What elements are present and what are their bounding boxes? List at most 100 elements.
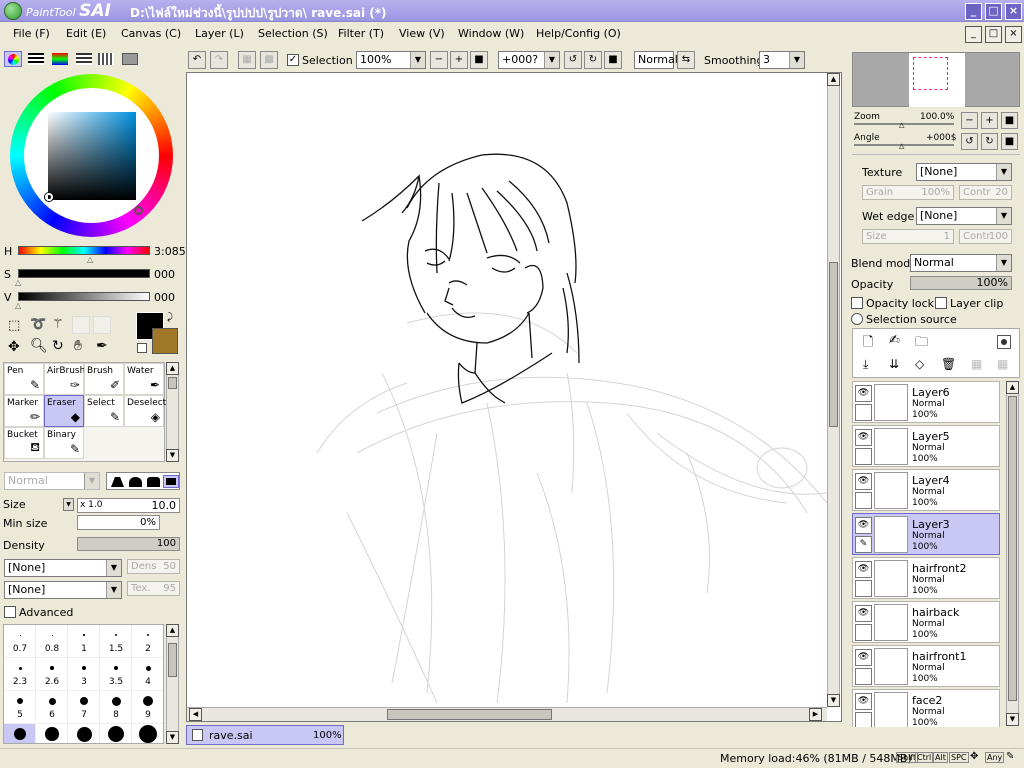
layer-clip-checkbox[interactable]	[935, 297, 947, 309]
canvas-vscrollbar[interactable]: ▲ ▼	[827, 73, 840, 707]
new-folder-icon[interactable]: 🗀	[915, 333, 928, 355]
hsv-slider-mode-icon[interactable]	[52, 53, 68, 65]
brush-size-preset[interactable]	[4, 724, 36, 743]
brush-size-preset[interactable]: 3.5	[100, 658, 132, 691]
scroll-right-icon[interactable]: ▶	[809, 708, 822, 721]
tool-eraser[interactable]: Eraser ◆	[44, 395, 84, 427]
scroll-left-icon[interactable]: ◀	[189, 708, 202, 721]
view-blend-select[interactable]: Normal	[634, 51, 678, 69]
navigator-viewport[interactable]	[913, 57, 948, 90]
hand-icon[interactable]: ✋︎	[74, 338, 82, 354]
tool-marker[interactable]: Marker ✏	[4, 395, 44, 427]
zoom-out-icon[interactable]: −	[430, 51, 448, 69]
nav-rotate-right-icon[interactable]: ↻	[981, 133, 998, 150]
flip-icon[interactable]: ⇆	[677, 51, 695, 69]
minimize-icon[interactable]: _	[965, 3, 982, 20]
brush-size-preset[interactable]: 7	[68, 691, 100, 724]
redo-icon[interactable]: ↷	[210, 51, 228, 69]
doc-close-icon[interactable]: ×	[1005, 26, 1022, 43]
brush-size-preset[interactable]: 6	[36, 691, 68, 724]
layer-lock-slot[interactable]	[855, 580, 872, 597]
eye-icon[interactable]: 👁︎	[855, 385, 872, 402]
brush-size-preset[interactable]	[68, 724, 100, 743]
layer-item[interactable]: 👁︎ hairback Normal 100%	[852, 601, 1000, 643]
tool-airbrush[interactable]: AirBrush ✑	[44, 363, 85, 395]
brush-size-preset[interactable]: 1.5	[100, 625, 132, 658]
saturation-slider[interactable]	[18, 269, 150, 278]
scroll-up-icon[interactable]: ▲	[166, 362, 179, 375]
tool-brush[interactable]: Brush ✐	[84, 363, 124, 395]
value-slider-handle[interactable]: △	[15, 301, 21, 310]
brush-size-preset[interactable]: 3	[68, 658, 100, 691]
presets-scrollbar[interactable]: ▲ ▼	[166, 624, 179, 744]
layer-item-active[interactable]: 👁︎ ✎ Layer3 Normal 100%	[852, 513, 1000, 555]
value-slider[interactable]	[18, 292, 150, 301]
layer-blend-select[interactable]: Normal ▼	[910, 254, 1012, 272]
layer-mask-icon[interactable]	[997, 335, 1011, 349]
eye-icon[interactable]: 👁︎	[855, 605, 872, 622]
brush-size-preset[interactable]	[100, 724, 132, 743]
swap-colors-icon[interactable]: ⤸	[167, 312, 173, 323]
deselect-icon[interactable]: ▦	[238, 51, 256, 69]
wet-edge-size-field[interactable]: Size 1	[862, 229, 954, 244]
brush-size-preset[interactable]: 0.7	[4, 625, 36, 658]
angle-select[interactable]: +000? ▼	[498, 51, 560, 69]
tool-pen[interactable]: Pen ✎	[4, 363, 44, 395]
hue-slider-handle[interactable]: △	[87, 255, 93, 264]
brush-size-preset[interactable]: 9	[132, 691, 163, 724]
menu-layer[interactable]: Layer (L)	[195, 27, 244, 40]
menu-help-config[interactable]: Help/Config (O)	[536, 27, 621, 40]
tool-water[interactable]: Water ✒	[124, 363, 164, 395]
menu-selection[interactable]: Selection (S)	[258, 27, 328, 40]
maximize-icon[interactable]: □	[985, 3, 1002, 20]
transfer-down-icon[interactable]: ⤓	[863, 357, 868, 372]
canvas-area[interactable]: ▲ ▼ ◀ ▶	[186, 72, 842, 722]
brush-texture2-select[interactable]: [None] ▼	[4, 581, 122, 599]
rgb-slider-mode-icon[interactable]	[28, 53, 44, 65]
scroll-down-icon[interactable]: ▼	[166, 731, 179, 744]
brush-texture-select[interactable]: [None] ▼	[4, 559, 122, 577]
nav-zoom-handle[interactable]: △	[899, 121, 904, 129]
texture-contrast-field[interactable]: Contr 20	[959, 185, 1012, 200]
hue-slider[interactable]	[18, 246, 150, 255]
brush-size-preset[interactable]: 2	[132, 625, 163, 658]
rotate-reset-icon[interactable]: ■	[604, 51, 622, 69]
apply-mask-icon[interactable]: ▦	[971, 357, 982, 371]
layer-item[interactable]: 👁︎ hairfront2 Normal 100%	[852, 557, 1000, 599]
invert-selection-icon[interactable]: ▩	[260, 51, 278, 69]
brush-size-preset[interactable]: 0.8	[36, 625, 68, 658]
brush-shape-sharp-icon[interactable]	[111, 477, 124, 487]
scroll-down-icon[interactable]: ▼	[1006, 713, 1019, 726]
layer-texture-select[interactable]: [None] ▼	[916, 163, 1012, 181]
canvas-hscrollbar[interactable]: ◀ ▶	[187, 707, 827, 721]
texture-density-field[interactable]: Dens 50	[127, 559, 180, 574]
selection-checkbox[interactable]: ✓	[287, 54, 299, 66]
layer-lock-slot[interactable]	[855, 712, 872, 727]
brush-blend-select[interactable]: Normal ▼	[4, 472, 100, 490]
clear-layer-icon[interactable]: ◇	[915, 357, 924, 371]
layer-item[interactable]: 👁︎ face2 Normal 100%	[852, 689, 1000, 727]
grain-field[interactable]: Grain 100%	[862, 185, 954, 200]
layer-lock-slot[interactable]	[855, 668, 872, 685]
rotate-tool-icon[interactable]: ↻	[52, 338, 64, 354]
brush-size-preset[interactable]: 1	[68, 625, 100, 658]
eye-icon[interactable]: 👁︎	[855, 693, 872, 710]
layer-lock-slot[interactable]	[855, 624, 872, 641]
scroll-thumb[interactable]	[829, 262, 838, 427]
eye-icon[interactable]: 👁︎	[855, 473, 872, 490]
secondary-color-swatch[interactable]	[152, 328, 178, 354]
hue-picker-handle[interactable]	[134, 206, 143, 215]
brush-shape-square-icon[interactable]	[163, 475, 179, 488]
brush-size-preset[interactable]: 4	[132, 658, 163, 691]
layer-item[interactable]: 👁︎ Layer5 Normal 100%	[852, 425, 1000, 467]
nav-zoom-reset-icon[interactable]: ■	[1001, 112, 1018, 129]
smoothing-select[interactable]: 3 ▼	[759, 51, 805, 69]
transparent-color-icon[interactable]	[137, 343, 147, 353]
undo-icon[interactable]: ↶	[188, 51, 206, 69]
scroll-thumb[interactable]	[387, 709, 552, 720]
nav-angle-handle[interactable]: △	[899, 142, 904, 150]
color-wheel-mode-icon[interactable]	[4, 51, 22, 67]
scroll-up-icon[interactable]: ▲	[827, 73, 840, 86]
brush-shape-selector[interactable]	[106, 472, 180, 490]
brush-size-preset[interactable]	[132, 724, 163, 743]
